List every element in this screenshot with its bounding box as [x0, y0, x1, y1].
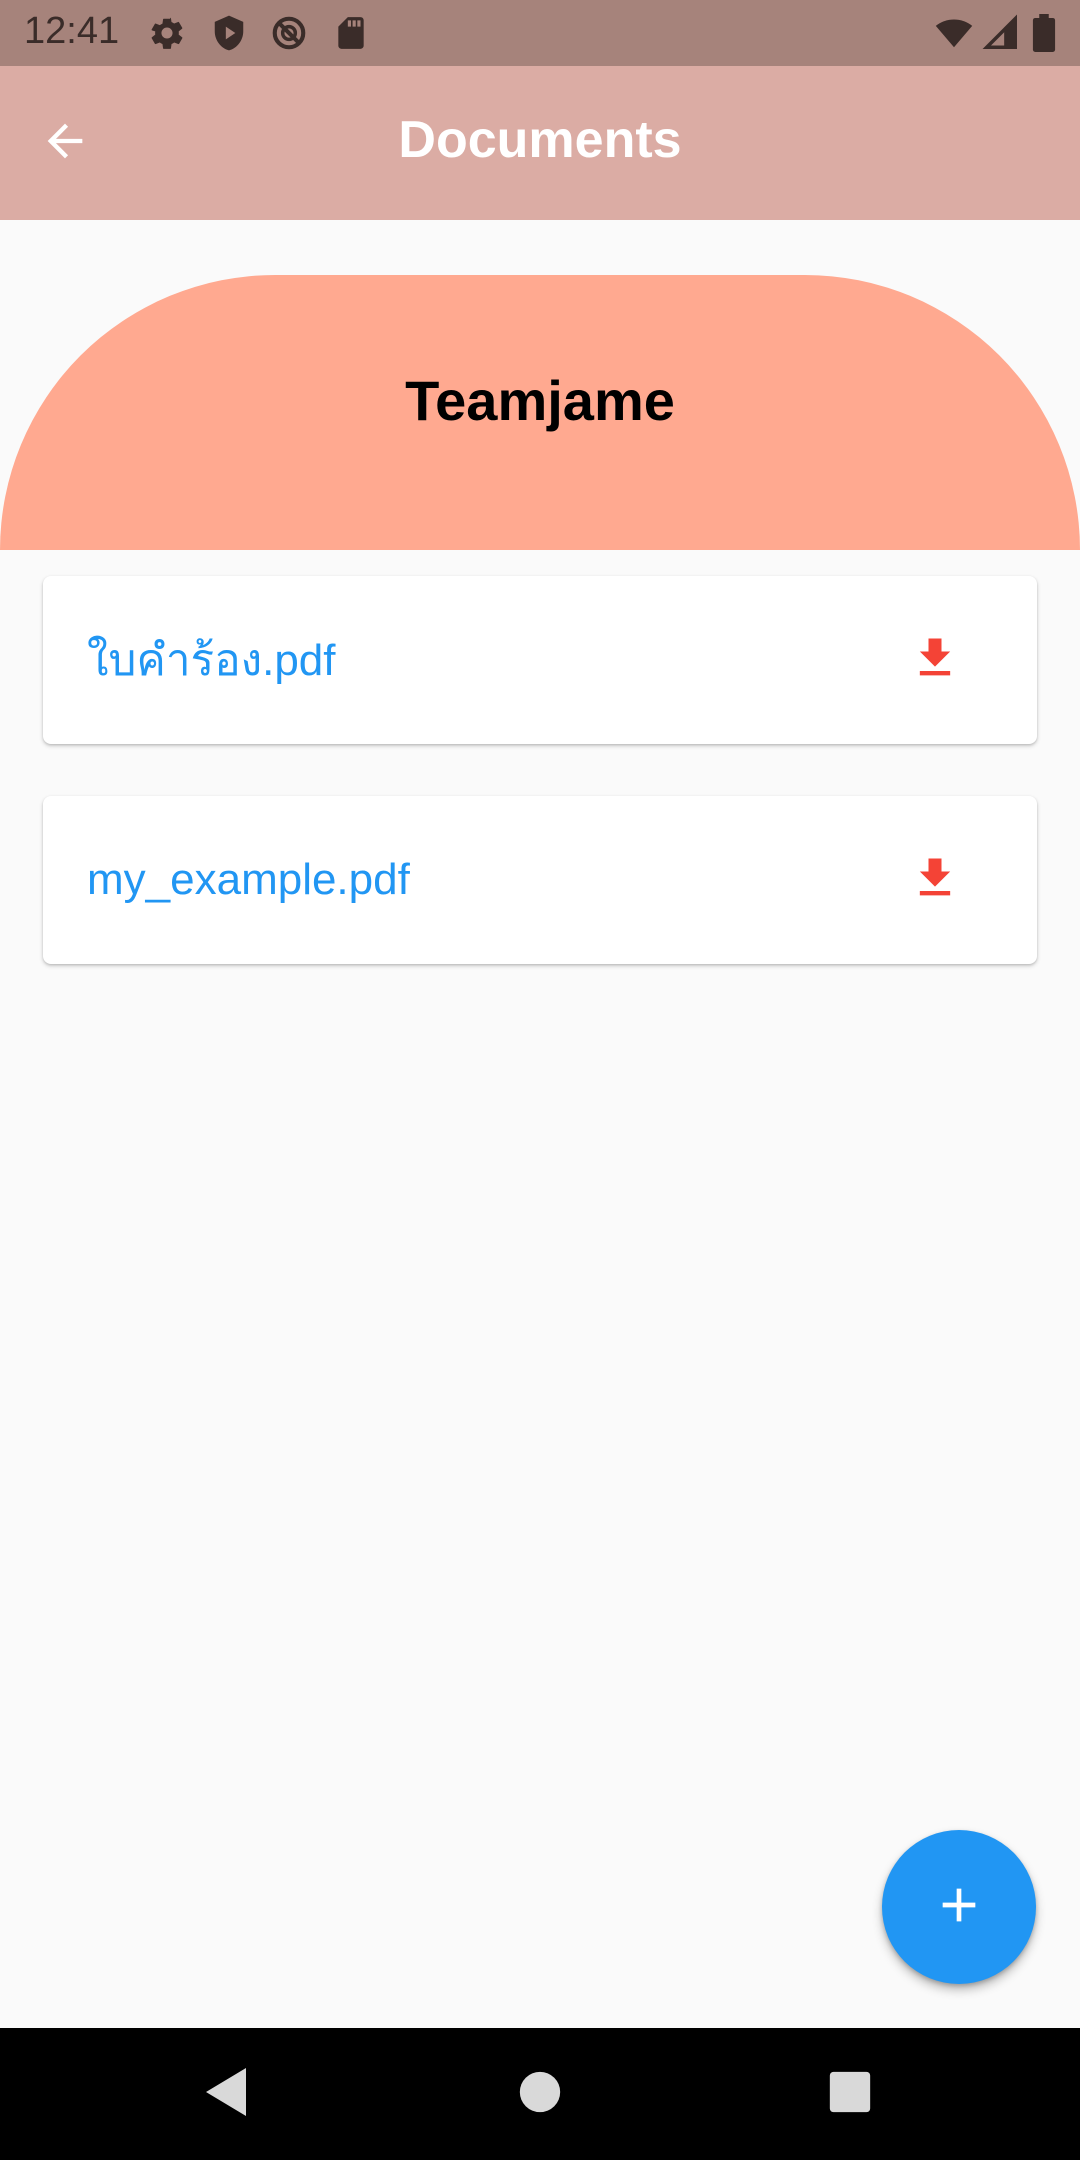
status-bar: 12:41 [0, 0, 1080, 66]
page-title: Documents [398, 111, 682, 169]
download-icon [909, 852, 961, 908]
status-time: 12:41 [24, 10, 120, 52]
document-card: my_example.pdf [43, 796, 1037, 964]
document-card: ใบคำร้อง.pdf [43, 576, 1037, 744]
plus-icon [931, 1877, 987, 1937]
download-button[interactable] [905, 630, 965, 690]
nav-home-button[interactable] [510, 2064, 570, 2124]
nav-back-button[interactable] [196, 2064, 256, 2124]
app-bar: Documents [0, 66, 1080, 220]
shield-play-icon [210, 14, 248, 52]
recents-square-icon [828, 2070, 872, 2118]
no-sync-icon [270, 14, 308, 52]
add-document-button[interactable] [882, 1830, 1036, 1984]
team-banner: Teamjame [0, 275, 1080, 550]
gear-icon [148, 14, 186, 52]
sd-card-icon [332, 14, 370, 52]
battery-icon [1032, 14, 1058, 52]
document-link[interactable]: my_example.pdf [87, 855, 410, 905]
download-button[interactable] [905, 850, 965, 910]
wifi-icon [934, 14, 973, 52]
back-triangle-icon [202, 2066, 250, 2122]
signal-icon [982, 14, 1020, 52]
home-circle-icon [518, 2070, 562, 2118]
download-icon [909, 632, 961, 688]
team-name: Teamjame [405, 369, 675, 432]
document-link[interactable]: ใบคำร้อง.pdf [87, 625, 336, 695]
system-nav-bar [0, 2028, 1080, 2160]
nav-recents-button[interactable] [820, 2064, 880, 2124]
documents-screen: 12:41 Documents Teamjame ใบคำร้อง.pdf my… [0, 0, 1080, 2160]
